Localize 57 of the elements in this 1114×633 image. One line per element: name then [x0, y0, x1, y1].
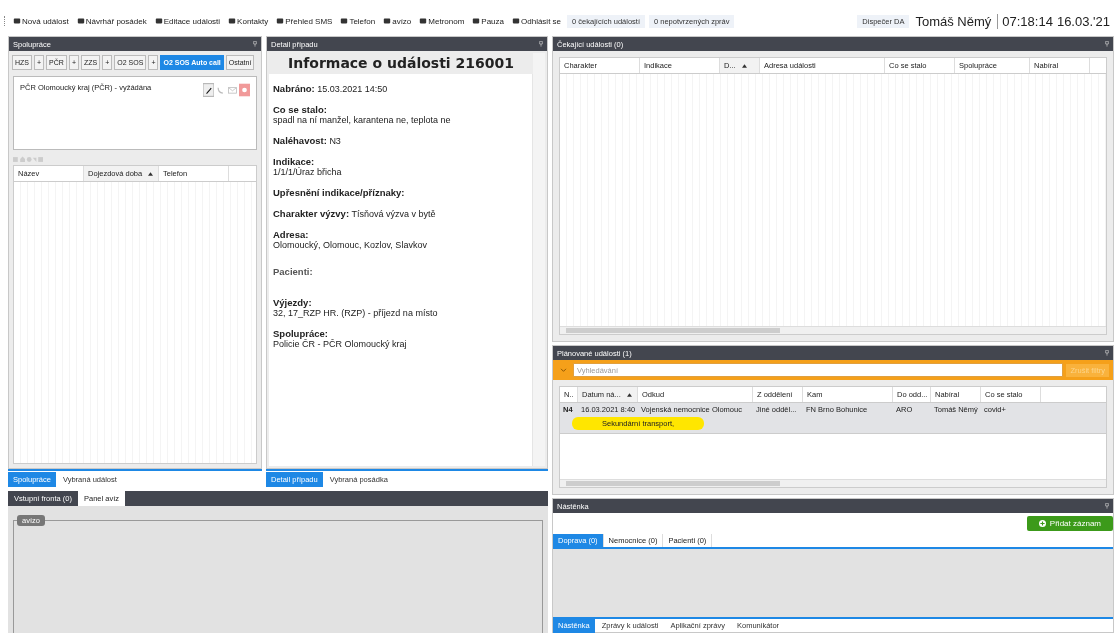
pencil-icon[interactable] — [203, 83, 214, 97]
user-name: Tomáš Němý — [915, 13, 999, 29]
plus-icon — [1038, 520, 1046, 527]
toolbar-icon — [472, 17, 481, 25]
field-label: Nabráno: — [273, 83, 315, 94]
field-value: N3 — [329, 136, 341, 146]
toolbar-button[interactable]: Editace události — [152, 16, 223, 26]
toolbar-button[interactable]: Metronom — [417, 16, 467, 26]
toolbar-icon — [154, 17, 163, 25]
toolbar-icon — [276, 17, 285, 25]
event-heading: Informace o události 216001 — [269, 53, 533, 74]
field-value: 32, 17_RZP HR. (RZP) - příjezd na místo — [273, 308, 439, 318]
pin-icon[interactable] — [1105, 503, 1109, 509]
sort-icon — [741, 63, 747, 68]
toolbar-icons-drawing — [13, 156, 43, 163]
toolbar-button[interactable]: Přehled SMS — [274, 16, 335, 26]
toolbar-button[interactable]: Pauza — [470, 16, 506, 26]
sort-icon — [148, 171, 154, 176]
toolbar-button[interactable]: avízo — [381, 16, 414, 26]
field-value: Policie ČR - PČR Olomoucký kraj — [273, 339, 408, 349]
toolbar-button[interactable]: Nová událost — [11, 16, 71, 26]
field-value: Tísňová výzva v bytě — [351, 209, 436, 219]
clock-time: 07:18:14 — [1002, 13, 1053, 29]
toolbar-icon — [419, 17, 428, 25]
field-value: 15.03.2021 14:50 — [317, 84, 388, 94]
pin-icon[interactable] — [1105, 350, 1109, 356]
field-label: Pacienti: — [273, 266, 314, 277]
field-value: 1/1/1/Úraz břicha — [273, 167, 343, 177]
field-value: spadl na ní manžel, karantena ne, teplota ne — [273, 115, 452, 125]
toolbar-icon — [228, 17, 237, 25]
toolbar-icon — [383, 17, 392, 25]
scrollbar[interactable] — [532, 53, 545, 466]
chevron-icon[interactable] — [560, 367, 567, 373]
field-label: Naléhavost: — [273, 135, 327, 146]
toolbar-button[interactable]: Návrhář posádek — [74, 16, 149, 26]
clock-date: 16.03.'21 — [1056, 13, 1110, 29]
field-label: Charakter výzvy: — [273, 208, 350, 219]
field-label: Co se stalo: — [273, 104, 328, 115]
toolbar-icon — [340, 17, 349, 25]
field-label: Spolupráce: — [273, 328, 329, 339]
remove-icon[interactable] — [239, 83, 250, 97]
field-label: Indikace: — [273, 156, 316, 167]
toolbar-icon — [512, 17, 520, 25]
pin-icon[interactable] — [539, 41, 543, 47]
field-label: Adresa: — [273, 229, 310, 240]
toolbar-icon — [13, 17, 21, 25]
pin-icon[interactable] — [253, 41, 257, 47]
field-label: Upřesnění indikace/příznaky: — [273, 187, 406, 198]
pin-icon[interactable] — [1105, 41, 1109, 47]
toolbar-button[interactable]: Kontakty — [226, 16, 271, 26]
toolbar-button[interactable]: Telefon — [338, 16, 378, 26]
sort-icon — [626, 392, 632, 397]
field-value: Olomoucký, Olomouc, Kozlov, Slavkov — [273, 240, 428, 250]
field-label: Výjezdy: — [273, 297, 313, 308]
toolbar-icon — [76, 17, 85, 25]
add-record-button[interactable]: Přidat záznam — [1026, 516, 1113, 531]
toolbar-button[interactable]: Odhlásit se — [510, 16, 564, 26]
